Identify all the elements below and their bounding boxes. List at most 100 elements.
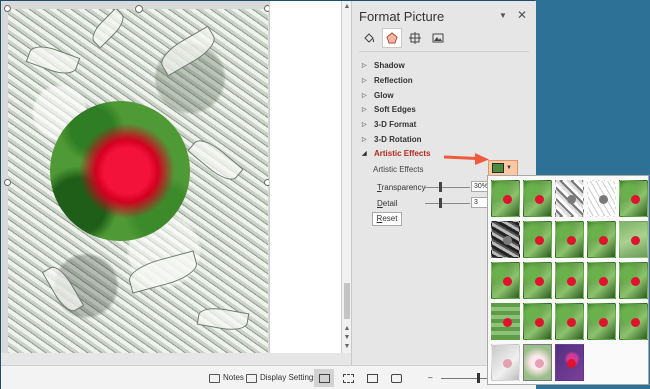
powerpoint-window: ▲ ▲ ▼ ▼ Format Picture ▼ ✕ ▷ Shadow ▷ Re… bbox=[0, 0, 536, 389]
artistic-effects-dropdown-button[interactable]: ▼ bbox=[488, 160, 518, 176]
effect-paint-brush[interactable] bbox=[555, 221, 584, 258]
pane-tab-bar bbox=[359, 28, 448, 48]
document-page bbox=[269, 1, 341, 353]
slider-thumb[interactable] bbox=[439, 182, 442, 192]
slider-thumb[interactable] bbox=[439, 198, 442, 208]
scrollbar-thumb[interactable] bbox=[344, 283, 350, 319]
slide-sorter-view-button[interactable] bbox=[338, 369, 358, 387]
collapse-triangle-icon: ◢ bbox=[362, 150, 367, 157]
effects-tab[interactable] bbox=[382, 28, 402, 48]
paint-bucket-icon bbox=[364, 33, 374, 43]
slide-sorter-icon bbox=[342, 373, 354, 383]
hibiscus-flower-circle bbox=[50, 101, 190, 241]
artistic-effects-gallery bbox=[487, 175, 649, 385]
flower-preview bbox=[599, 277, 608, 286]
flower-preview bbox=[631, 318, 640, 327]
artistic-effects-label: Artistic Effects bbox=[373, 165, 424, 174]
section-soft-edges[interactable]: ▷ Soft Edges bbox=[362, 103, 416, 115]
scroll-up-icon[interactable]: ▲ bbox=[343, 3, 351, 11]
page-down-icon[interactable]: ▼ bbox=[343, 334, 351, 342]
display-settings-button[interactable]: Display Settings bbox=[246, 370, 317, 386]
flower-preview bbox=[567, 277, 576, 286]
effect-paint-strokes[interactable] bbox=[523, 221, 552, 258]
selected-picture[interactable] bbox=[8, 9, 268, 353]
flower-preview bbox=[535, 277, 544, 286]
effect-glass[interactable] bbox=[619, 262, 648, 299]
flower-preview bbox=[599, 195, 608, 204]
close-icon[interactable]: ✕ bbox=[516, 9, 528, 21]
normal-view-icon bbox=[318, 373, 330, 383]
effect-blur[interactable] bbox=[619, 221, 648, 258]
section-artistic-effects[interactable]: ◢ Artistic Effects bbox=[362, 147, 430, 159]
rotation-handle[interactable] bbox=[135, 5, 143, 13]
flower-preview bbox=[503, 318, 512, 327]
detail-slider[interactable] bbox=[425, 198, 470, 208]
effect-none[interactable] bbox=[491, 180, 520, 217]
reading-view-button[interactable] bbox=[362, 369, 382, 387]
notes-button[interactable]: Notes bbox=[209, 370, 244, 386]
reading-view-icon bbox=[366, 373, 378, 383]
expand-triangle-icon: ▷ bbox=[362, 121, 367, 128]
section-label: Soft Edges bbox=[374, 104, 416, 114]
effect-marker[interactable] bbox=[523, 180, 552, 217]
resize-handle-top-left[interactable] bbox=[4, 5, 11, 12]
flower-preview bbox=[599, 318, 608, 327]
status-bar: Notes Display Settings – + bbox=[1, 365, 536, 389]
size-properties-tab[interactable] bbox=[405, 28, 425, 48]
effect-line-drawing[interactable] bbox=[619, 180, 648, 217]
zoom-slider-thumb[interactable] bbox=[477, 373, 480, 383]
effect-plastic-wrap[interactable] bbox=[619, 303, 648, 340]
chevron-down-icon[interactable]: ▼ bbox=[498, 11, 508, 21]
flower-preview bbox=[567, 236, 576, 245]
effect-pencil-sketch[interactable] bbox=[587, 180, 616, 217]
effect-pastels-smooth[interactable] bbox=[587, 303, 616, 340]
pentagon-effects-icon bbox=[386, 32, 398, 44]
pane-divider bbox=[359, 51, 529, 52]
flower-preview bbox=[599, 236, 608, 245]
effect-light-screen[interactable] bbox=[491, 262, 520, 299]
section-3d-rotation[interactable]: ▷ 3-D Rotation bbox=[362, 133, 422, 145]
zoom-out-button[interactable]: – bbox=[428, 370, 432, 386]
flower-preview bbox=[631, 195, 640, 204]
effect-pencil-grayscale[interactable] bbox=[555, 180, 584, 217]
effect-texturizer[interactable] bbox=[523, 303, 552, 340]
display-settings-label: Display Settings bbox=[260, 373, 318, 382]
effect-film-grain[interactable] bbox=[555, 262, 584, 299]
effect-photocopy-selected[interactable] bbox=[523, 344, 552, 381]
resize-handle-left[interactable] bbox=[4, 179, 11, 186]
flower-preview bbox=[631, 277, 640, 286]
effect-glow-edges[interactable] bbox=[555, 344, 584, 381]
effect-mosaic-bubbles[interactable] bbox=[587, 262, 616, 299]
section-label: Glow bbox=[374, 90, 394, 100]
effect-cement[interactable] bbox=[491, 303, 520, 340]
section-glow[interactable]: ▷ Glow bbox=[362, 89, 394, 101]
size-properties-icon bbox=[409, 32, 421, 44]
slide-editing-area bbox=[1, 1, 341, 353]
reset-button[interactable]: Reset bbox=[372, 212, 402, 226]
slide-show-button[interactable] bbox=[386, 369, 406, 387]
vertical-scrollbar[interactable]: ▲ ▲ ▼ ▼ bbox=[341, 1, 351, 353]
leaf-shape bbox=[156, 25, 220, 77]
picture-icon bbox=[432, 33, 444, 43]
effect-watercolor-sponge[interactable] bbox=[523, 262, 552, 299]
flower-preview bbox=[535, 318, 544, 327]
section-label: 3-D Rotation bbox=[374, 134, 422, 144]
effect-chalk-sketch[interactable] bbox=[491, 221, 520, 258]
transparency-slider[interactable] bbox=[425, 182, 470, 192]
picture-tab[interactable] bbox=[428, 28, 448, 48]
leaf-shape bbox=[87, 9, 129, 49]
effect-glow-diffused[interactable] bbox=[587, 221, 616, 258]
flower-preview bbox=[567, 359, 576, 368]
page-up-icon[interactable]: ▲ bbox=[343, 325, 351, 333]
flower-preview bbox=[503, 359, 512, 368]
section-shadow[interactable]: ▷ Shadow bbox=[362, 59, 405, 71]
effect-cutout[interactable] bbox=[491, 344, 520, 381]
flower-preview bbox=[535, 195, 544, 204]
normal-view-button[interactable] bbox=[314, 369, 334, 387]
fill-line-tab[interactable] bbox=[359, 28, 379, 48]
section-3d-format[interactable]: ▷ 3-D Format bbox=[362, 118, 416, 130]
pane-title: Format Picture bbox=[359, 9, 445, 24]
effect-crisscross-etching[interactable] bbox=[555, 303, 584, 340]
section-reflection[interactable]: ▷ Reflection bbox=[362, 74, 413, 86]
scroll-down-icon[interactable]: ▼ bbox=[343, 343, 351, 351]
